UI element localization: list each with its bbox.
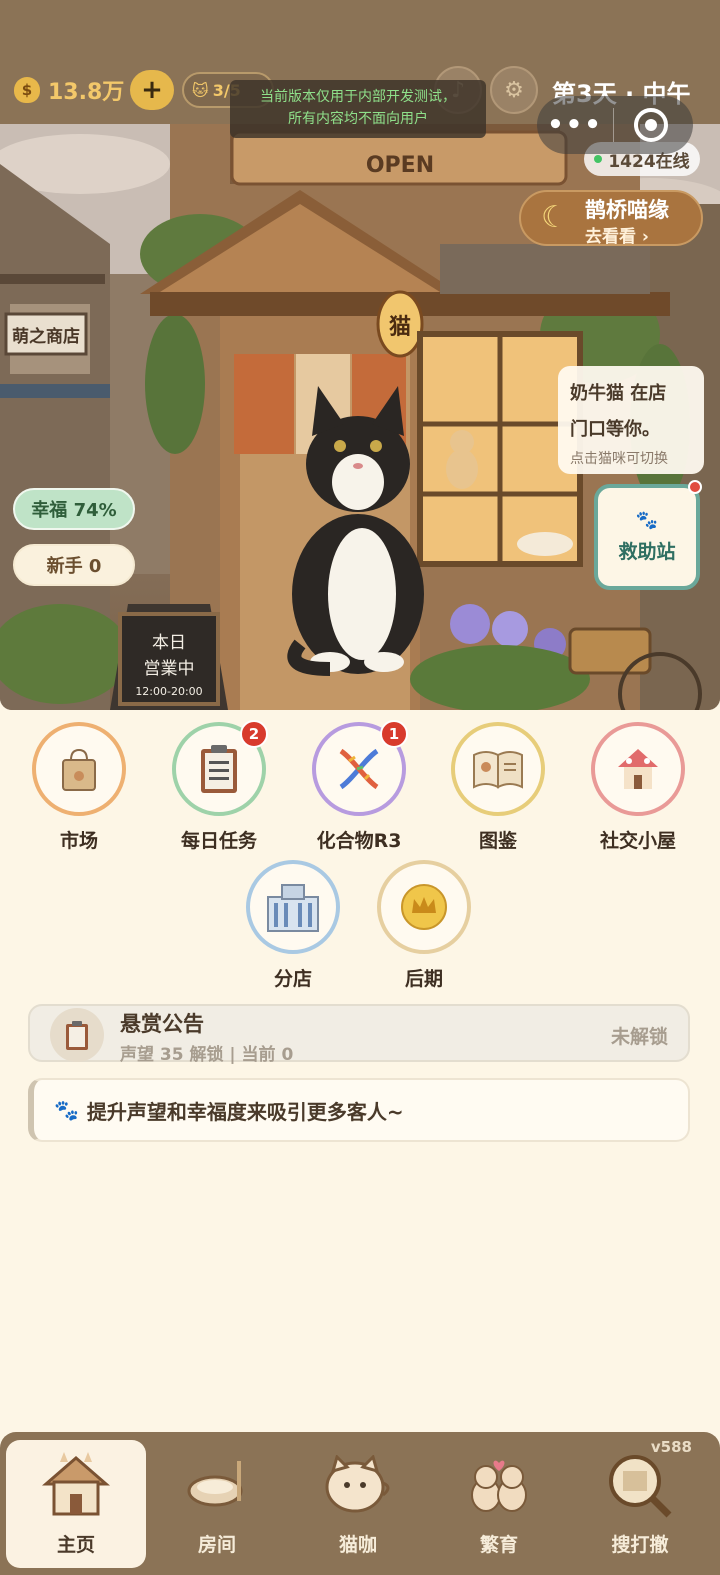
board-line2: 営業中 [144,659,195,679]
board-line1: 本日 [152,633,186,653]
bounty-title: 悬赏公告 [120,1012,204,1036]
menu-social-house[interactable]: 社交小屋 [583,722,693,853]
coin-amount: 13.8万 [48,80,125,105]
nav-breeding[interactable]: 繁育 [429,1440,569,1568]
capsule-divider [613,108,614,142]
hint-bar: 🐾 提升声望和幸福度来吸引更多客人~ [28,1078,690,1142]
nav-cat-cafe-label: 猫咖 [338,1534,377,1556]
event-banner[interactable]: ☾ 鹊桥喵缘 去看看 › [519,190,703,247]
dev-notice-line1: 当前版本仅用于内部开发测试， [260,89,456,105]
board-hours: 12:00-20:00 [135,685,202,698]
cat-bed-icon [147,1440,287,1530]
close-target-icon[interactable] [634,108,668,142]
rescue-station-label: 救助站 [618,541,676,563]
miniprogram-capsule[interactable]: ••• [537,96,693,154]
menu-market-label: 市场 [59,830,98,852]
compound-circle[interactable]: 1 [312,720,408,816]
collection-circle[interactable] [451,722,545,816]
cat-face-icon: 🐱 [192,80,209,100]
dev-notice-toast: 当前版本仅用于内部开发测试， 所有内容均不面向用户 [230,80,486,138]
happiness-pill: 幸福 74% [13,488,135,530]
novice-pill: 新手 0 [13,544,135,586]
nav-room-label: 房间 [197,1534,236,1556]
bubble-hint: 点击猫咪可切换 [570,451,668,467]
bounty-lock-status: 未解锁 [610,1026,668,1048]
hint-text: 提升声望和幸福度来吸引更多客人~ [86,1099,404,1124]
bubble-line2: 门口等你。 [570,419,660,440]
add-coins-button[interactable]: + [130,70,174,110]
house-icon [6,1440,146,1530]
settings-button[interactable]: ⚙ [490,66,538,114]
paw-icon: 🐾 [54,1098,79,1122]
menu-branch-label: 分店 [273,968,312,990]
social-house-circle[interactable] [591,722,685,816]
notification-dot [688,480,702,494]
paw-icon: 🐾 [635,510,659,531]
cat-cup-icon [288,1440,428,1530]
money-bag-icon: $ [14,77,40,103]
cottage-icon [618,749,658,789]
book-icon [473,751,523,789]
nav-home-label: 主页 [56,1534,95,1556]
clipboard-icon [50,1008,104,1062]
event-link[interactable]: 去看看 › [585,222,649,247]
more-dots-icon[interactable]: ••• [537,110,613,140]
nav-explore[interactable]: 搜打撤 [570,1440,710,1568]
menu-market[interactable]: 市场 [24,722,134,853]
event-title: 鹊桥喵缘 [585,198,669,222]
moon-icon: ☾ [541,200,568,235]
shopping-bag-icon [62,748,96,791]
dev-notice-line2: 所有内容均不面向用户 [288,111,428,127]
nav-explore-label: 搜打撤 [611,1534,669,1556]
menu-late-game[interactable]: 后期 [369,860,479,991]
crown-coin-icon [401,884,447,930]
menu-social-house-label: 社交小屋 [599,830,676,852]
rescue-station-button[interactable]: 🐾 救助站 [594,484,700,590]
nav-cat-cafe[interactable]: 猫咖 [288,1440,428,1568]
gear-icon: ⚙ [504,77,524,103]
menu-collection[interactable]: 图鉴 [443,722,553,853]
bounty-board[interactable]: 悬赏公告 声望 35 解锁 | 当前 0 未解锁 [28,1004,690,1065]
building-icon [267,884,319,932]
bubble-line1: 奶牛猫 在店 [570,383,667,404]
menu-compound-label: 化合物R3 [316,830,402,852]
cat-pair-icon [429,1440,569,1530]
online-dot-icon [594,155,603,163]
menu-daily-tasks-label: 每日任务 [180,830,257,852]
daily-tasks-badge: 2 [240,720,268,748]
nav-breeding-label: 繁育 [479,1534,518,1556]
dna-icon [339,748,379,790]
open-sign: OPEN [366,153,434,178]
daily-tasks-circle[interactable]: 2 [172,720,268,816]
late-game-circle[interactable] [377,860,471,954]
menu-compound[interactable]: 1 化合物R3 [304,720,414,853]
nav-room[interactable]: 房间 [147,1440,287,1568]
market-circle[interactable] [32,722,126,816]
compound-badge: 1 [380,720,408,748]
menu-daily-tasks[interactable]: 2 每日任务 [164,720,274,853]
map-search-icon [570,1440,710,1530]
menu-late-game-label: 后期 [404,968,443,990]
clipboard-icon [201,745,237,793]
menu-branch[interactable]: 分店 [238,860,348,991]
branch-circle[interactable] [246,860,340,954]
lantern-text: 猫 [389,315,411,340]
bounty-requirement: 声望 35 解锁 | 当前 0 [120,1045,294,1065]
coin-balance: $ 13.8万 [14,74,124,106]
menu-collection-label: 图鉴 [478,830,517,852]
nav-home[interactable]: 主页 [6,1440,146,1568]
cat-speech-bubble: 奶牛猫 在店 门口等你。 点击猫咪可切换 [558,366,704,474]
street-sign: 萌之商店 [12,326,80,347]
bottom-navigation: v588 主页 房间 猫咖 繁育 搜打撤 [0,1432,720,1575]
